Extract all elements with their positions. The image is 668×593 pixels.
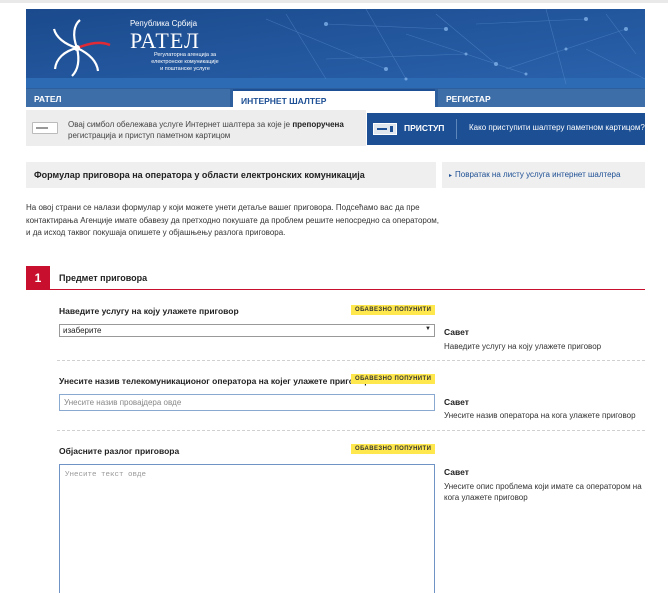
reason-field-label: Објасните разлог приговора: [59, 446, 180, 456]
smart-card-login-bar: ПРИСТУП Како приступити шалтеру паметном…: [367, 113, 645, 145]
service-field-label: Наведите услугу на коју улажете приговор: [59, 306, 239, 316]
top-divider: [0, 0, 668, 3]
field-separator: [57, 360, 645, 361]
agency-subtitle-line: електронске комуникације: [151, 59, 219, 65]
required-badge: ОБАВЕЗНО ПОПУНИТИ: [351, 305, 436, 315]
back-to-services-link[interactable]: ▸ Повратак на листу услуга интернет шалте…: [449, 170, 620, 179]
ratel-logo-icon: [52, 19, 111, 77]
chevron-down-icon: ▼: [425, 326, 431, 332]
banner-network-pattern: [26, 9, 645, 88]
smart-card-icon: [32, 122, 58, 134]
header-agency-subtitle: Регулаторна агенција за електронске кому…: [144, 52, 226, 73]
operator-input[interactable]: Унесите назив провајдера овде: [59, 394, 435, 411]
page-title: Формулар приговора на оператора у област…: [34, 170, 365, 180]
required-badge: ОБАВЕЗНО ПОПУНИТИ: [351, 444, 436, 454]
required-badge: ОБАВЕЗНО ПОПУНИТИ: [351, 374, 436, 384]
reason-textarea[interactable]: Унесите текст овде: [59, 464, 435, 593]
page-title-box: Формулар приговора на оператора у област…: [26, 162, 436, 188]
smart-card-info-bar: Овај симбол обележава услуге Интернет ша…: [26, 110, 366, 146]
back-link-box: ▸ Повратак на листу услуга интернет шалте…: [442, 162, 645, 188]
service-select-value: изаберите: [63, 326, 102, 335]
main-tabs: РАТЕЛ ИНТЕРНЕТ ШАЛТЕР РЕГИСТАР: [26, 88, 645, 107]
operator-tip-title: Савет: [444, 397, 469, 407]
tab-internet-counter[interactable]: ИНТЕРНЕТ ШАЛТЕР: [233, 89, 435, 107]
smart-card-reader-icon: [373, 123, 397, 135]
info-text-part: Овај симбол обележава услуге Интернет ша…: [68, 120, 293, 129]
login-button[interactable]: ПРИСТУП: [404, 123, 444, 133]
section-title: Предмет приговора: [59, 273, 148, 283]
smart-card-info-text: Овај симбол обележава услуге Интернет ша…: [68, 119, 360, 141]
header-agency-name: РАТЕЛ: [130, 28, 200, 53]
reason-tip-text: Унесите опис проблема који имате са опер…: [444, 482, 642, 502]
smart-card-help-link[interactable]: Како приступити шалтеру паметном картицо…: [469, 123, 645, 132]
field-separator: [57, 430, 645, 431]
login-divider: [456, 119, 457, 139]
section-number-badge: 1: [26, 266, 50, 290]
arrow-right-icon: ▸: [449, 173, 453, 179]
operator-field-label: Унесите назив телекомуникационог операто…: [59, 376, 370, 386]
service-tip-title: Савет: [444, 327, 469, 337]
service-tip-text: Наведите услугу на коју улажете приговор: [444, 342, 602, 351]
section-divider: [26, 289, 645, 290]
tab-registry[interactable]: РЕГИСТАР: [438, 89, 645, 107]
tab-ratel[interactable]: РАТЕЛ: [26, 89, 230, 107]
service-select[interactable]: изаберите ▼: [59, 324, 435, 337]
operator-tip-text: Унесите назив оператора на кога улажете …: [444, 411, 636, 420]
agency-subtitle-line: и поштанске услуге: [160, 66, 210, 72]
agency-subtitle-line: Регулаторна агенција за: [153, 52, 217, 58]
intro-paragraph: На овој страни се налази формулар у који…: [26, 203, 440, 237]
site-header-banner: Република Србија РАТЕЛ Регулаторна агенц…: [26, 9, 645, 88]
reason-tip-title: Савет: [444, 467, 469, 477]
info-text-part: регистрација и приступ паметном картицом: [68, 131, 231, 140]
info-text-bold: препоручена: [292, 120, 344, 129]
back-link-label: Повратак на листу услуга интернет шалтер…: [455, 170, 621, 179]
header-republic-label: Република Србија: [130, 19, 198, 28]
